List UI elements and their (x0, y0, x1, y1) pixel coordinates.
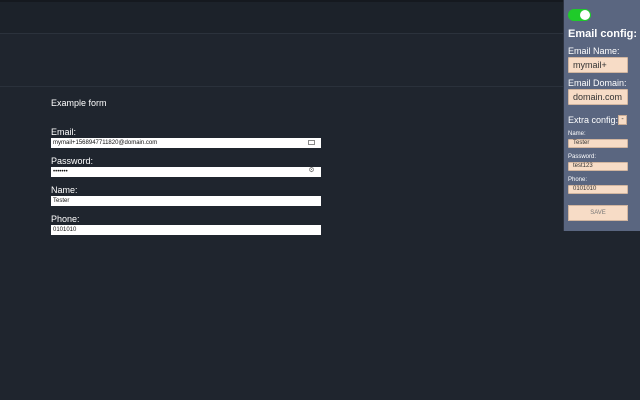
email-input[interactable]: mymail+1568947711820@domain.com (51, 138, 321, 148)
name-label: Name: (51, 185, 78, 195)
top-bar (0, 0, 640, 34)
email-label: Email: (51, 127, 77, 137)
email-domain-label: Email Domain: (568, 78, 627, 88)
toggle-knob (580, 10, 590, 20)
phone-field-group: Phone: 0101010 (51, 214, 321, 235)
email-domain-input[interactable]: domain.com (568, 89, 628, 105)
phone-label: Phone: (51, 214, 80, 224)
collapse-extra-button[interactable]: - (618, 115, 627, 125)
password-field-group: Password: ••••••• ⚙ (51, 156, 321, 177)
email-name-input[interactable]: mymail+ (568, 57, 628, 73)
panel-title: Email config: (568, 28, 638, 40)
panel-phone-label: Phone: (568, 177, 588, 183)
phone-input[interactable]: 0101010 (51, 225, 321, 235)
sub-header (0, 35, 640, 87)
password-value: ••••••• (53, 169, 68, 175)
example-form: Example form Email: mymail+1568947711820… (51, 98, 321, 243)
contact-card-icon[interactable] (308, 140, 315, 145)
name-field-group: Name: Tester (51, 185, 321, 206)
phone-value: 0101010 (53, 227, 77, 233)
save-button[interactable]: SAVE (568, 205, 628, 221)
email-value: mymail+1568947711820@domain.com (53, 140, 158, 146)
extra-config-label: Extra config: (568, 115, 619, 125)
form-title: Example form (51, 98, 107, 108)
enable-toggle[interactable] (568, 9, 591, 21)
panel-password-input[interactable]: test123 (568, 162, 628, 171)
name-input[interactable]: Tester (51, 196, 321, 206)
email-name-label: Email Name: (568, 46, 620, 56)
name-value: Tester (53, 198, 70, 204)
email-field-group: Email: mymail+1568947711820@domain.com (51, 127, 321, 148)
panel-phone-input[interactable]: 0101010 (568, 185, 628, 194)
panel-name-input[interactable]: Tester (568, 139, 628, 148)
password-label: Password: (51, 156, 94, 166)
password-input[interactable]: ••••••• ⚙ (51, 167, 321, 177)
gear-icon[interactable]: ⚙ (308, 167, 315, 174)
panel-password-label: Password: (568, 154, 597, 160)
panel-name-label: Name: (568, 131, 586, 137)
email-config-panel: Email config: Email Name: mymail+ Email … (563, 0, 640, 231)
